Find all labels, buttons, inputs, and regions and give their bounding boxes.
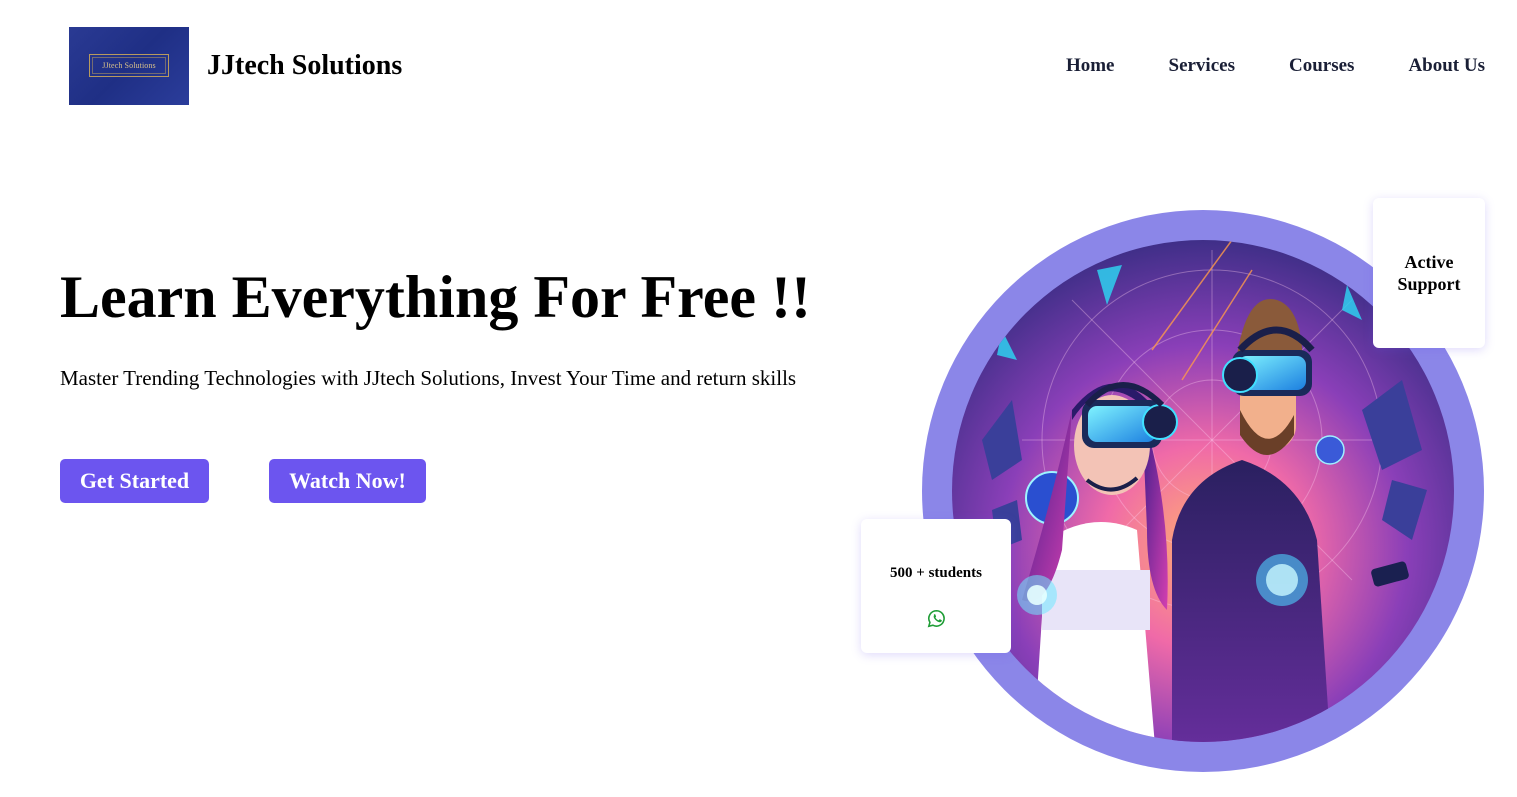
logo-frame: JJtech Solutions [89, 54, 169, 77]
main-nav: Home Services Courses About Us [1066, 54, 1485, 78]
nav-link-about-us[interactable]: About Us [1408, 54, 1485, 78]
site-header: JJtech Solutions JJtech Solutions Home S… [0, 0, 1517, 130]
whatsapp-icon[interactable] [927, 609, 946, 628]
nav-link-services[interactable]: Services [1169, 54, 1235, 78]
brand-logo[interactable]: JJtech Solutions [69, 27, 189, 105]
hero-title: Learn Everything For Free !! [60, 264, 811, 330]
hero-subtitle: Master Trending Technologies with JJtech… [60, 366, 797, 390]
active-support-line2: Support [1397, 274, 1461, 294]
active-support-card: Active Support [1373, 198, 1485, 348]
active-support-label: Active Support [1384, 251, 1474, 295]
nav-link-home[interactable]: Home [1066, 54, 1115, 78]
watch-now-button[interactable]: Watch Now! [269, 459, 426, 503]
nav-link-courses[interactable]: Courses [1289, 54, 1354, 78]
logo-text: JJtech Solutions [102, 61, 156, 70]
students-card: 500 + students [861, 519, 1011, 653]
active-support-line1: Active [1404, 252, 1454, 272]
get-started-button[interactable]: Get Started [60, 459, 209, 503]
students-count: 500 + students [890, 565, 982, 581]
brand-name: JJtech Solutions [207, 50, 403, 81]
